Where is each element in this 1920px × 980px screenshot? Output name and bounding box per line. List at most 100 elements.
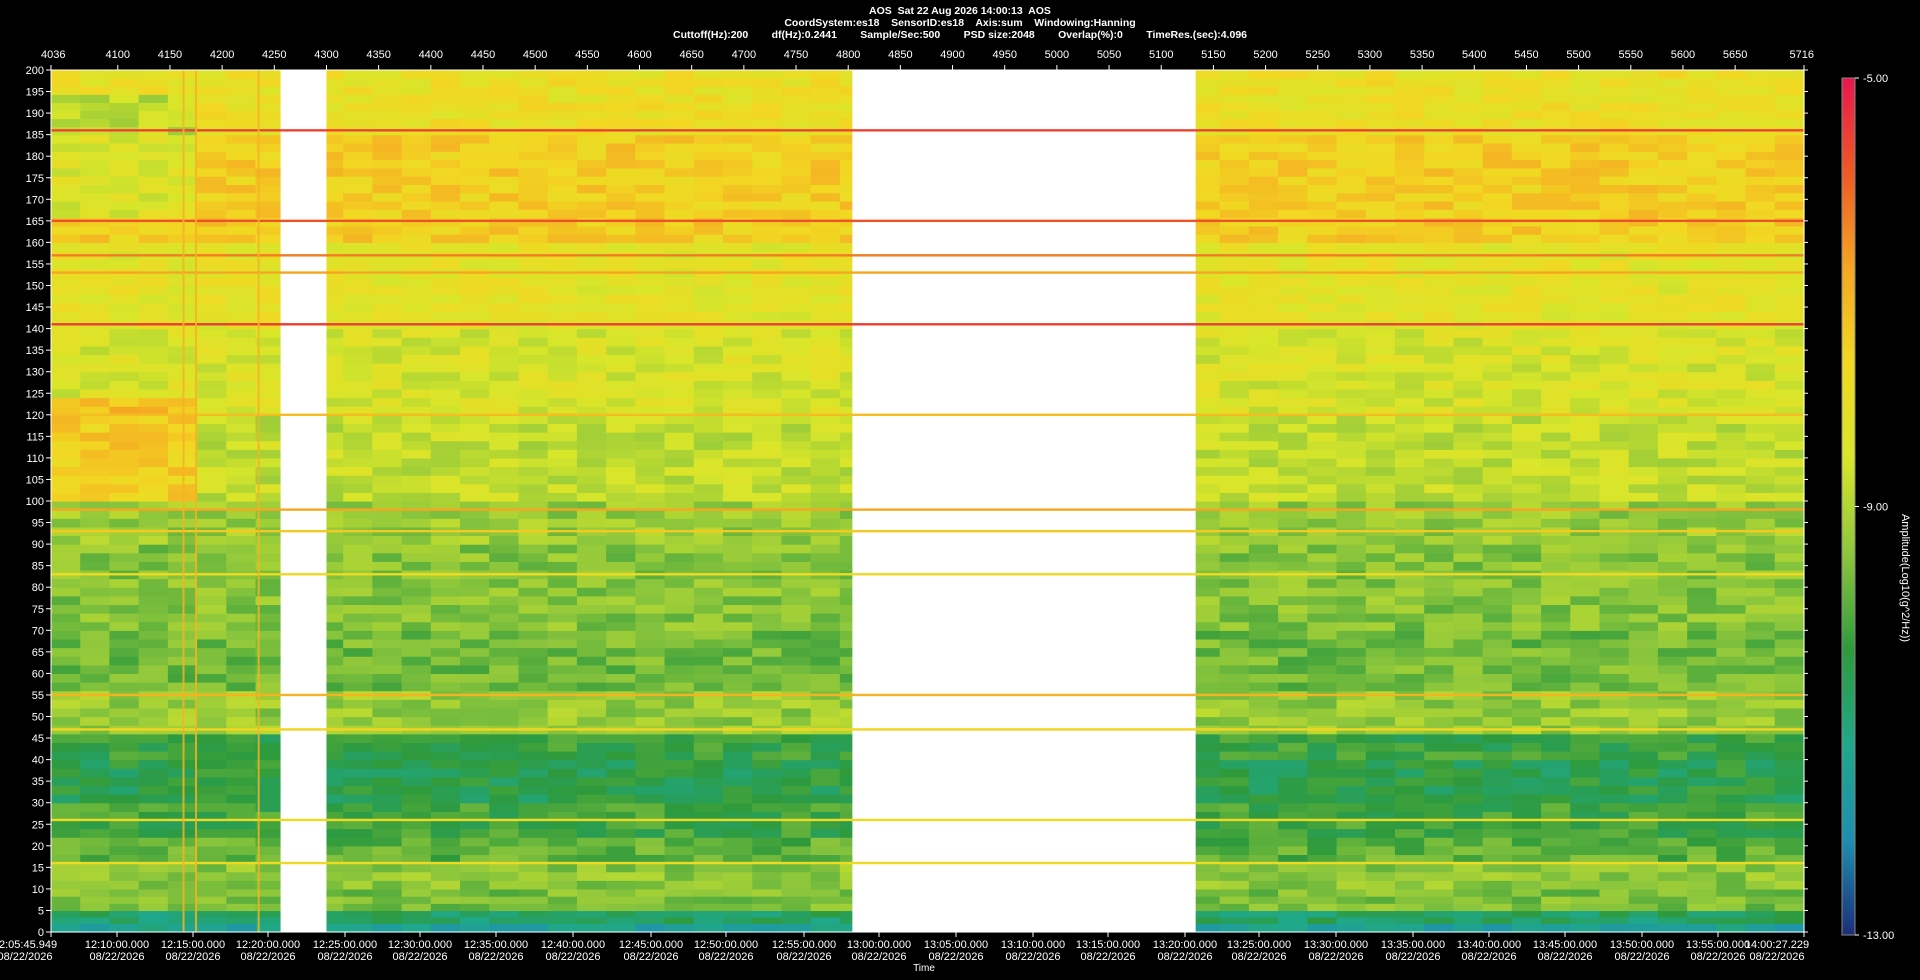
spectrogram-cell [80, 828, 111, 838]
spectrogram-cell [1365, 750, 1396, 761]
spectrogram-cell [401, 716, 432, 726]
spectrogram-cell [372, 483, 403, 493]
spectrogram-cell [401, 647, 432, 657]
spectrogram-cell [547, 449, 578, 459]
spectrogram-cell [226, 880, 257, 890]
spectrogram-cell [343, 432, 373, 442]
spectrogram-cell [518, 225, 549, 235]
spectrogram-cell [810, 544, 841, 554]
spectrogram-cell [810, 613, 841, 623]
spectrogram-cell [1482, 492, 1513, 502]
spectrogram-cell [1745, 768, 1776, 778]
spectrogram-cell [635, 225, 666, 235]
spectrogram-cell [752, 242, 783, 252]
spectrogram-cell [635, 664, 666, 674]
spectrogram-cell [693, 311, 724, 321]
spectrogram-cell [1511, 492, 1542, 502]
spectrogram-cell [693, 561, 724, 571]
spectrogram-cell [1394, 423, 1425, 433]
spectrogram-cell [518, 414, 549, 425]
spectrogram-cell [1482, 466, 1513, 476]
spectrogram-cell [1482, 699, 1513, 709]
spectrogram-cell [51, 768, 81, 778]
spectrogram-cell [1541, 259, 1571, 269]
spectrogram-cell [810, 630, 841, 640]
spectrogram-cell [80, 285, 111, 295]
spectrogram-cell [138, 328, 169, 338]
spectrogram-cell [1570, 328, 1601, 338]
spectrogram-cell [1336, 509, 1367, 519]
spectrogram-cell [547, 457, 578, 468]
spectrogram-cell [401, 302, 432, 312]
spectrogram-cell [1394, 354, 1425, 364]
spectrogram-cell [489, 225, 520, 235]
spectrogram-cell [489, 234, 520, 243]
spectrogram-cell [1278, 750, 1308, 761]
spectrogram-cell [1745, 509, 1776, 519]
spectrogram-cell [664, 380, 695, 390]
spectrogram-cell [1365, 916, 1396, 924]
spectrogram-cell [635, 561, 666, 571]
spectrogram-cell [576, 613, 607, 623]
spectrogram-cell [430, 337, 461, 347]
spectrogram-cell [1541, 475, 1571, 485]
spectrogram-cell [1307, 475, 1338, 485]
spectrogram-cell [518, 871, 549, 881]
spectrogram-cell [138, 432, 169, 442]
spectrogram-cell [1570, 656, 1601, 666]
spectrogram-cell [752, 363, 783, 373]
spectrogram-cell [1219, 311, 1250, 321]
spectrogram-cell [138, 509, 169, 519]
spectrogram-cell [518, 552, 549, 562]
spectrogram-cell [1745, 285, 1776, 295]
spectrogram-cell [693, 699, 724, 709]
spectrogram-cell [781, 518, 812, 528]
spectrogram-cell [489, 345, 520, 356]
spectrogram-cell [1774, 742, 1805, 752]
spectrogram-cell [722, 682, 753, 692]
spectrogram-cell [1628, 742, 1659, 752]
spectrogram-cell [1307, 483, 1338, 493]
spectrogram-cell [1716, 630, 1747, 640]
spectrogram-cell [1482, 509, 1513, 519]
spectrogram-cell [576, 225, 607, 235]
spectrogram-cell [664, 880, 695, 890]
spectrogram-cell [51, 440, 81, 450]
spectrogram-cell [693, 604, 724, 614]
spectrogram-cell [1716, 707, 1747, 718]
spectrogram-cell [576, 535, 607, 545]
spectrogram-cell [693, 863, 724, 873]
spectrogram-cell [1453, 621, 1484, 631]
spectrogram-cell [1657, 466, 1688, 476]
spectrogram-cell [722, 285, 753, 295]
spectrogram-cell [1424, 561, 1454, 571]
spectrogram-cell [1570, 819, 1601, 830]
spectrogram-cell [1219, 475, 1250, 485]
spectrogram-cell [1570, 794, 1601, 804]
spectrogram-cell [1511, 535, 1542, 545]
spectrogram-cell [1716, 604, 1747, 614]
spectrogram-cell [1774, 656, 1805, 666]
spectrogram-cell [693, 337, 724, 347]
spectrogram-cell [722, 910, 753, 918]
spectrogram-cell [1394, 916, 1425, 924]
spectrogram-cell [1657, 716, 1688, 726]
spectrogram-cell [51, 759, 81, 769]
spectrogram-cell [401, 337, 432, 347]
spectrogram-cell [109, 544, 140, 554]
spectrogram-cell [343, 647, 373, 657]
spectrogram-cell [1687, 259, 1717, 269]
spectrogram-cell [1453, 716, 1484, 726]
spectrogram-cell [109, 630, 140, 640]
spectrogram-cell [576, 664, 607, 674]
spectrogram-cell [518, 302, 549, 312]
spectrogram-cell [226, 742, 257, 752]
spectrogram-cell [430, 492, 461, 502]
spectrogram-cell [781, 259, 812, 269]
spectrogram-cell [752, 397, 783, 407]
spectrogram-cell [109, 449, 140, 459]
spectrogram-cell [635, 742, 666, 752]
spectrogram-cell [343, 863, 373, 873]
spectrogram-cell [372, 888, 403, 897]
spectrogram-cell [1424, 613, 1454, 623]
